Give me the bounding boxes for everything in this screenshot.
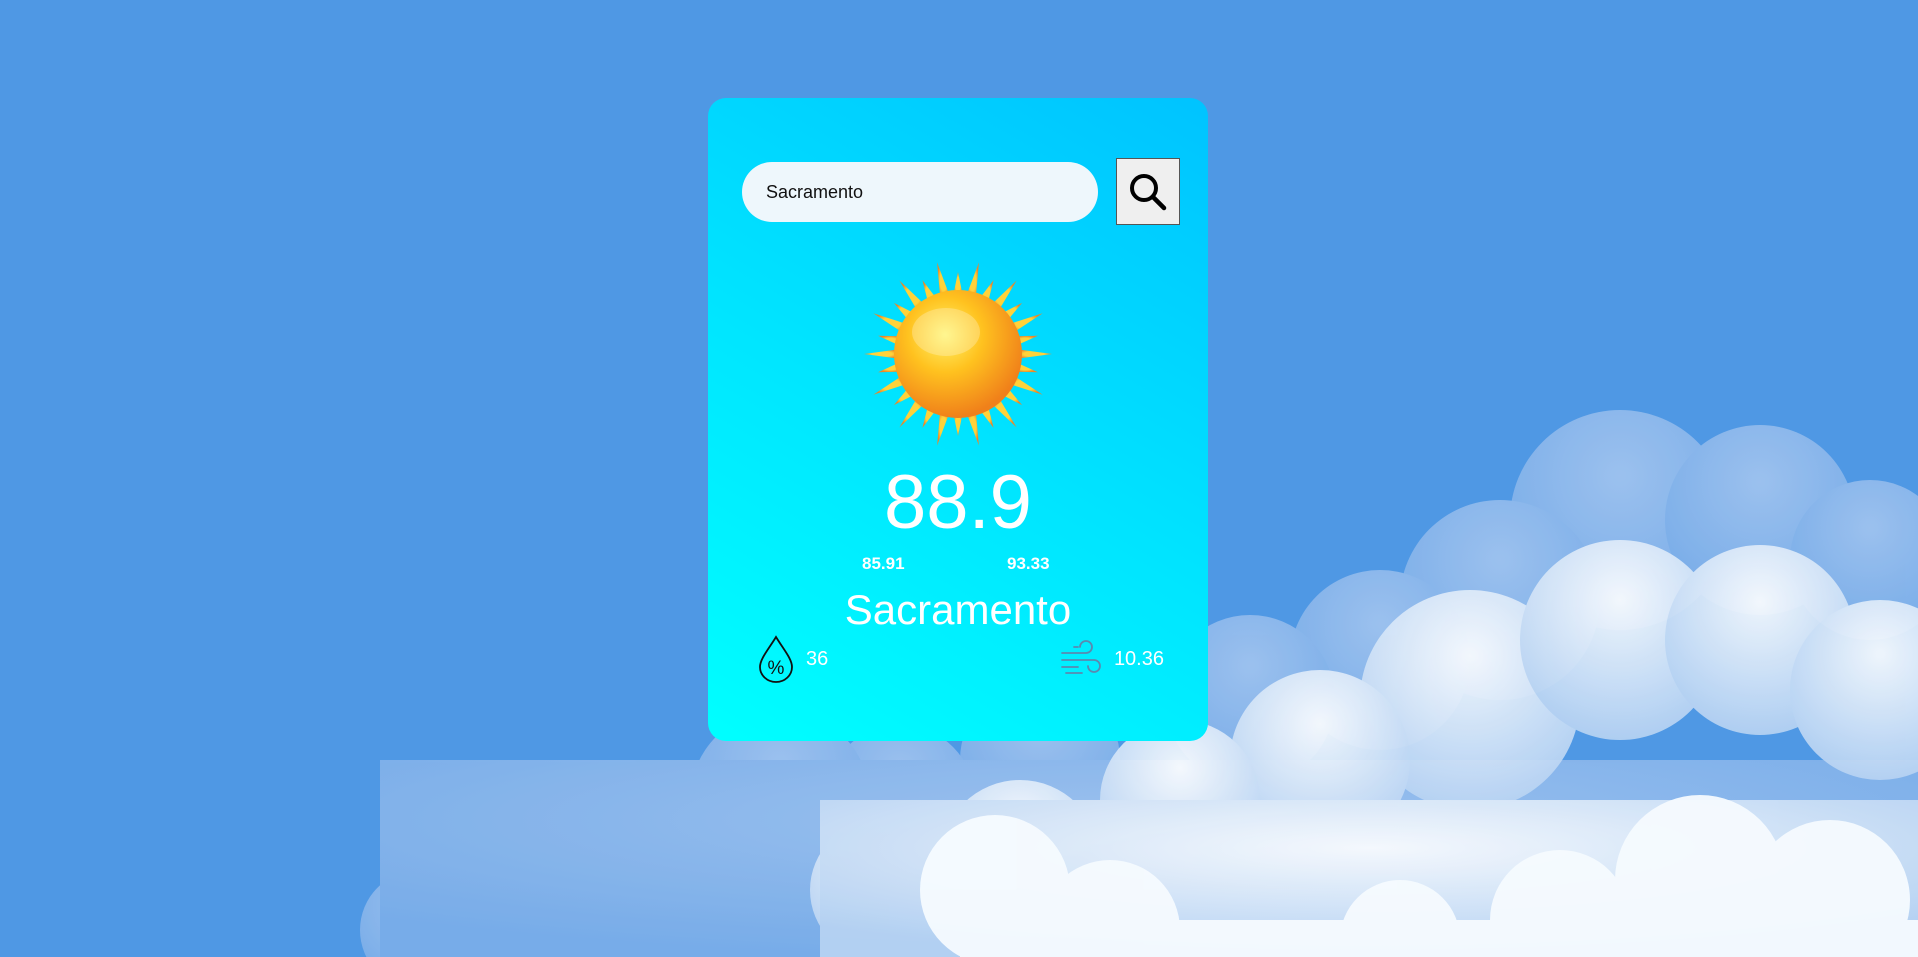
max-temperature: 93.33 xyxy=(1007,554,1050,573)
humidity-drop-icon: % xyxy=(759,635,793,683)
search-bar xyxy=(742,158,1180,226)
wind-stat: 10.36 xyxy=(1060,634,1164,684)
sun-icon xyxy=(864,262,1052,446)
search-icon xyxy=(1130,173,1167,210)
weather-card: 88.9 85.91 93.33 Sacramento % 36 10.36 xyxy=(708,98,1208,741)
svg-text:%: % xyxy=(768,658,785,679)
wind-icon xyxy=(1061,640,1101,674)
humidity-value: 36 xyxy=(806,647,829,670)
page-background: 88.9 85.91 93.33 Sacramento % 36 10.36 xyxy=(0,0,1918,957)
search-button[interactable] xyxy=(1116,158,1180,225)
city-name: Sacramento xyxy=(844,586,1072,633)
current-temperature: 88.9 xyxy=(884,460,1032,545)
city-search-input[interactable] xyxy=(742,162,1098,222)
humidity-stat: % 36 xyxy=(756,634,828,684)
min-temperature: 85.91 xyxy=(862,554,905,573)
wind-value: 10.36 xyxy=(1113,647,1164,670)
